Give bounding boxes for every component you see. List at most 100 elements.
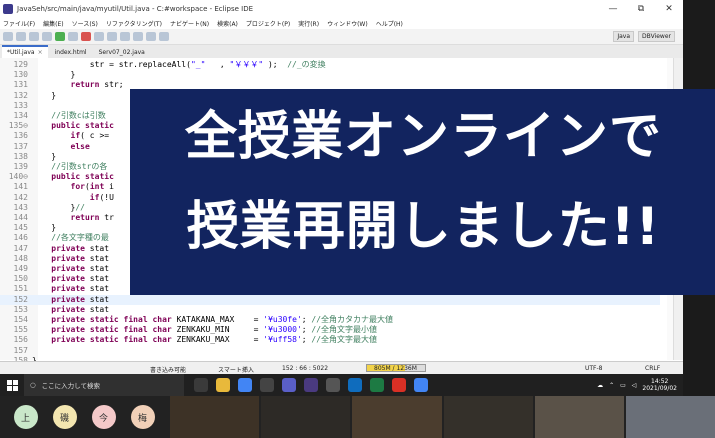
app-icon[interactable] [326, 378, 340, 392]
menu-file[interactable]: ファイル(F) [3, 19, 35, 28]
maximize-button[interactable]: ⧉ [627, 4, 655, 14]
back-icon[interactable] [146, 32, 156, 41]
network-icon[interactable]: ▭ [620, 382, 626, 389]
line-number: 134 [13, 111, 28, 120]
chevron-up-icon[interactable]: ⌃ [609, 382, 614, 389]
file-explorer-icon[interactable] [216, 378, 230, 392]
new-class-icon[interactable] [107, 32, 117, 41]
new-icon[interactable] [3, 32, 13, 41]
weather-icon[interactable]: ☁ [597, 382, 603, 389]
menu-refactor[interactable]: リファクタリング(T) [106, 19, 162, 28]
participant-avatar[interactable]: 梅 [130, 405, 155, 429]
menu-run[interactable]: 実行(R) [298, 19, 319, 28]
coverage-icon[interactable] [68, 32, 78, 41]
video-tile[interactable] [261, 396, 351, 438]
code-text: private stat [51, 274, 110, 284]
code-text: private static final char ZENKAKU_MIN = … [51, 325, 378, 335]
perspective-dbviewer[interactable]: DBViewer [638, 31, 675, 42]
code-text: } [32, 151, 57, 161]
taskbar-search[interactable]: ○ ここに入力して検索 [24, 374, 184, 396]
forward-icon[interactable] [159, 32, 169, 41]
code-text: } [32, 223, 57, 233]
menu-edit[interactable]: 編集(E) [43, 19, 63, 28]
windows-taskbar: ○ ここに入力して検索 ☁ ⌃ ▭ ◁ 14:52 2021/09/02 [0, 374, 683, 396]
search-placeholder: ここに入力して検索 [41, 382, 100, 390]
code-line[interactable]: 129 str = str.replaceAll("_" , "￥￥￥" ); … [0, 60, 660, 70]
participant-avatar[interactable]: 今 [91, 405, 116, 429]
save-icon[interactable] [16, 32, 26, 41]
tab-util-java[interactable]: *Util.java × [2, 45, 48, 58]
close-tab-icon[interactable]: × [38, 49, 43, 56]
participant-avatar[interactable]: 磯 [52, 405, 77, 429]
outlook-icon[interactable] [348, 378, 362, 392]
open-type-icon[interactable] [120, 32, 130, 41]
eclipse-taskbar-icon[interactable] [304, 378, 318, 392]
search-icon[interactable] [133, 32, 143, 41]
line-number: 144 [13, 213, 28, 222]
perspective-java[interactable]: Java [613, 31, 635, 42]
code-line[interactable]: 154 private static final char KATAKANA_M… [0, 315, 660, 325]
tab-index-html[interactable]: index.html [49, 47, 92, 58]
video-tile[interactable] [534, 396, 624, 438]
menu-source[interactable]: ソース(S) [72, 19, 98, 28]
code-line[interactable]: 130 } [0, 70, 660, 80]
save-all-icon[interactable] [29, 32, 39, 41]
code-text: for(int i [70, 182, 114, 192]
start-button[interactable] [0, 374, 24, 396]
code-line[interactable]: 155 private static final char ZENKAKU_MI… [0, 325, 660, 335]
external-tools-icon[interactable] [81, 32, 91, 41]
menu-help[interactable]: ヘルプ(H) [376, 19, 403, 28]
app-icon[interactable] [260, 378, 274, 392]
chrome-icon[interactable] [238, 378, 252, 392]
code-line[interactable]: 152 private stat [0, 294, 660, 305]
line-number: 155 [13, 325, 28, 335]
chrome-icon[interactable] [414, 378, 428, 392]
teams-icon[interactable] [282, 378, 296, 392]
participant-avatar[interactable]: 上 [13, 405, 38, 429]
line-number: 138 [13, 151, 28, 161]
close-button[interactable]: ✕ [655, 4, 683, 14]
eclipse-icon [3, 4, 13, 14]
toolbar: Java DBViewer [0, 29, 683, 45]
run-icon[interactable] [55, 32, 65, 41]
line-number: 141 [13, 182, 28, 192]
excel-icon[interactable] [370, 378, 384, 392]
menu-project[interactable]: プロジェクト(P) [246, 19, 290, 28]
menu-navigate[interactable]: ナビゲート(N) [170, 19, 209, 28]
video-tile[interactable] [625, 396, 715, 438]
code-text: private stat [51, 294, 110, 304]
title-bar: JavaSeh/src/main/java/myutil/Util.java -… [0, 0, 683, 18]
status-eol: CRLF [645, 365, 661, 372]
menu-search[interactable]: 検索(A) [217, 19, 238, 28]
line-number: 145 [13, 223, 28, 233]
new-package-icon[interactable] [94, 32, 104, 41]
line-number: 137 [13, 141, 28, 151]
code-text: return tr [70, 213, 114, 222]
video-tile[interactable] [352, 396, 442, 438]
clock[interactable]: 14:52 2021/09/02 [642, 378, 677, 392]
tab-serv07-02[interactable]: Serv07_02.java [93, 47, 150, 58]
code-text: //引数strの各 [51, 162, 108, 171]
code-text: else [70, 141, 90, 151]
code-text: str = str.replaceAll("_" , "￥￥￥" ); //_の… [32, 60, 326, 69]
task-view-icon[interactable] [194, 378, 208, 392]
line-number: 157 [13, 345, 28, 355]
video-call-strip: 上 磯 今 梅 [0, 396, 715, 438]
minimize-button[interactable]: — [599, 4, 627, 14]
code-text: //引数cは引数 [51, 111, 106, 120]
banner-line-1: 全授業オンラインで [184, 107, 662, 167]
acrobat-icon[interactable] [392, 378, 406, 392]
window-controls: — ⧉ ✕ [599, 4, 683, 14]
volume-icon[interactable]: ◁ [632, 382, 637, 389]
code-text: if(!U [89, 192, 114, 202]
taskbar-apps [194, 378, 428, 392]
code-line[interactable]: 153 private stat [0, 305, 660, 315]
video-tile[interactable] [443, 396, 533, 438]
code-line[interactable]: 156 private static final char ZENKAKU_MA… [0, 335, 660, 345]
menu-window[interactable]: ウィンドウ(W) [327, 19, 368, 28]
code-line[interactable]: 157 [0, 346, 660, 356]
line-number: 129 [13, 60, 28, 69]
debug-icon[interactable] [42, 32, 52, 41]
video-tile[interactable] [170, 396, 260, 438]
line-number: 136 [13, 131, 28, 141]
